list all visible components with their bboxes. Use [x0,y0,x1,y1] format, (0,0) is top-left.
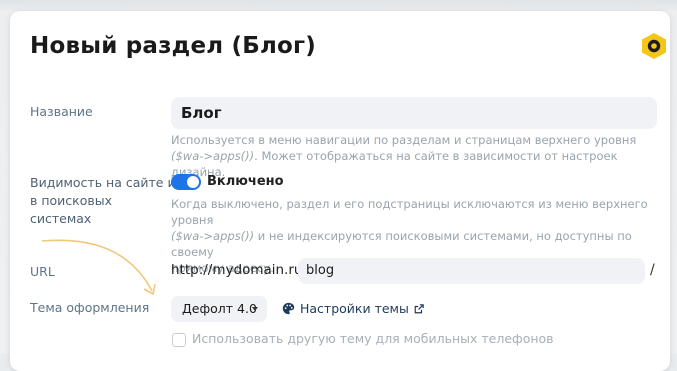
webasyst-hex-icon[interactable] [641,32,667,60]
new-section-dialog: Новый раздел (Блог) Название Блог Исполь… [10,11,670,371]
url-prefix: http://mydomain.ru/ [171,262,308,278]
theme-select[interactable]: Дефолт 4.0 [171,296,267,322]
visibility-toggle-label: Включено [207,174,284,189]
caret-down-icon [252,307,258,311]
visibility-label: Видимость на сайте и в поисковых система… [30,175,176,226]
url-suffix: / [650,262,655,278]
visibility-toggle[interactable] [171,174,201,190]
theme-settings-link[interactable]: Настройки темы [282,301,424,316]
dialog-title: Новый раздел (Блог) [30,33,316,59]
visibility-hint-code: ($wa->apps()) [171,229,255,243]
name-label: Название [30,104,93,119]
annotation-arrow-icon [41,239,156,296]
name-input[interactable]: Блог [171,97,657,129]
external-link-icon [414,303,424,313]
url-input[interactable]: blog [298,258,645,284]
mobile-theme-checkbox-label: Использовать другую тему для мобильных т… [192,331,554,346]
name-hint-code: ($wa->apps()) [171,149,255,163]
palette-icon [282,302,295,315]
toggle-knob [187,176,199,188]
mobile-theme-checkbox[interactable] [172,333,186,347]
theme-select-value: Дефолт 4.0 [182,301,257,316]
theme-settings-label: Настройки темы [300,301,409,316]
name-hint: Используется в меню навигации по раздела… [171,133,637,179]
